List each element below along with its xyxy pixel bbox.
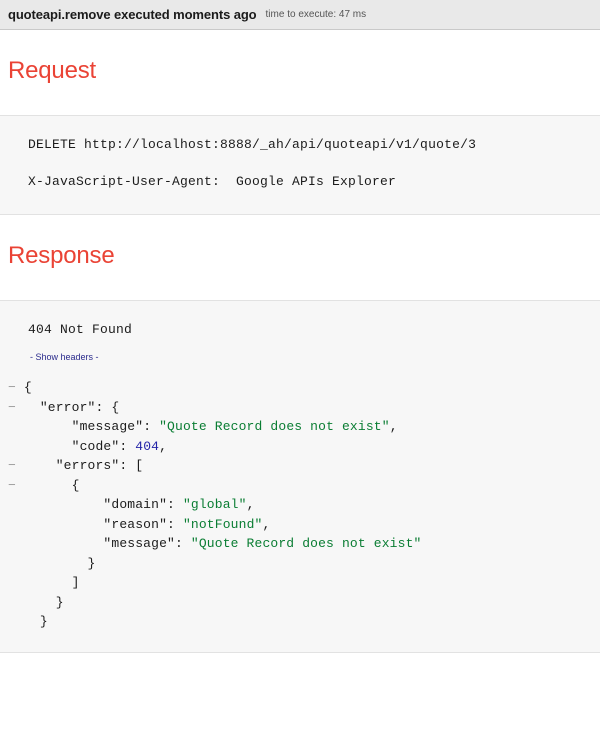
- json-line: "message": "Quote Record does not exist"…: [8, 417, 600, 437]
- json-punct: {: [23, 380, 32, 395]
- execution-title: quoteapi.remove executed moments ago: [8, 7, 257, 22]
- collapse-toggle-icon[interactable]: −: [8, 478, 24, 493]
- json-punct: }: [55, 594, 64, 610]
- json-num: 404: [135, 438, 160, 454]
- json-punct: ,: [389, 419, 398, 434]
- json-line: "reason": "notFound",: [8, 515, 600, 535]
- json-line: − "errors": [: [8, 456, 600, 476]
- json-line: ]: [8, 573, 600, 593]
- json-key: "reason": [103, 516, 168, 532]
- json-punct: ,: [159, 438, 168, 454]
- response-status-line: 404 Not Found: [28, 322, 133, 337]
- show-headers-link[interactable]: - Show headers -: [0, 353, 99, 362]
- json-key: "code": [71, 438, 120, 454]
- json-punct: {: [71, 477, 80, 493]
- json-punct: :: [143, 419, 160, 434]
- json-line: }: [8, 593, 600, 613]
- json-str: "global": [182, 497, 247, 512]
- json-punct: ,: [262, 516, 271, 532]
- response-json-viewer: − {− "error": { "message": "Quote Record…: [0, 378, 600, 632]
- json-punct: :: [119, 438, 136, 454]
- json-str: "Quote Record does not exist": [190, 536, 422, 551]
- json-punct: }: [87, 555, 96, 571]
- collapse-toggle-spacer: [8, 556, 24, 571]
- response-section: Response 404 Not Found - Show headers - …: [0, 215, 600, 653]
- request-line: DELETE http://localhost:8888/_ah/api/quo…: [28, 137, 477, 152]
- execution-header: quoteapi.remove executed moments ago tim…: [0, 0, 600, 30]
- json-line: }: [8, 612, 600, 632]
- collapse-toggle-spacer: [8, 595, 24, 610]
- json-punct: :: [167, 497, 183, 512]
- json-line: − {: [8, 378, 600, 398]
- request-heading: Request: [8, 57, 96, 84]
- json-punct: ]: [71, 575, 80, 590]
- response-code-panel: 404 Not Found - Show headers - − {− "err…: [0, 300, 600, 653]
- json-key: "message": [71, 419, 144, 434]
- json-key: "errors": [55, 458, 120, 473]
- request-line: X-JavaScript-User-Agent: Google APIs Exp…: [28, 174, 397, 189]
- execution-time-label: time to execute: 47 ms: [265, 9, 367, 20]
- request-code-panel: DELETE http://localhost:8888/_ah/api/quo…: [0, 115, 600, 215]
- json-line: "domain": "global",: [8, 495, 600, 515]
- json-line: − "error": {: [8, 398, 600, 418]
- collapse-toggle-spacer: [8, 536, 24, 551]
- json-punct: ,: [246, 497, 255, 512]
- json-punct: :: [174, 536, 191, 551]
- collapse-toggle-spacer: [8, 497, 24, 512]
- collapse-toggle-spacer: [8, 517, 24, 532]
- json-line: − {: [8, 476, 600, 496]
- collapse-toggle-spacer: [8, 575, 24, 590]
- json-punct: : {: [95, 399, 120, 415]
- collapse-toggle-icon[interactable]: −: [8, 400, 24, 415]
- json-punct: }: [39, 614, 48, 629]
- json-punct: : [: [119, 458, 144, 473]
- json-key: "message": [103, 536, 175, 551]
- json-line: "message": "Quote Record does not exist": [8, 534, 600, 554]
- collapse-toggle-icon[interactable]: −: [8, 458, 24, 473]
- collapse-toggle-spacer: [8, 419, 24, 434]
- request-section: Request DELETE http://localhost:8888/_ah…: [0, 30, 600, 215]
- collapse-toggle-spacer: [8, 439, 24, 454]
- json-key: "domain": [103, 497, 168, 512]
- json-line: "code": 404,: [8, 437, 600, 457]
- response-heading: Response: [8, 242, 115, 269]
- json-punct: :: [167, 516, 183, 532]
- json-str: "Quote Record does not exist": [159, 419, 390, 434]
- collapse-toggle-icon[interactable]: −: [8, 380, 24, 395]
- collapse-toggle-spacer: [8, 614, 24, 629]
- json-line: }: [8, 554, 600, 574]
- json-str: "notFound": [182, 516, 263, 532]
- json-key: "error": [39, 399, 96, 415]
